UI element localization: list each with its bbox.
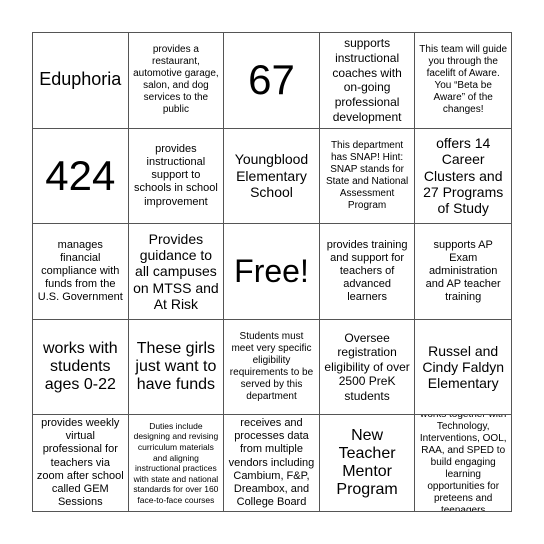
cell-text: offers 14 Career Clusters and 27 Program… [423, 134, 504, 217]
cell-text: provides a restaurant, automotive garage… [133, 44, 219, 116]
bingo-cell[interactable]: supports AP Exam administration and AP t… [415, 224, 511, 320]
bingo-cell[interactable]: New Teacher Mentor Program [320, 415, 416, 511]
bingo-cell[interactable]: manages financial compliance with funds … [33, 224, 129, 320]
bingo-cell[interactable]: receives and processes data from multipl… [224, 415, 320, 511]
cell-text: This team will guide you through the fac… [419, 44, 508, 116]
cell-text: provides training and support for teache… [326, 238, 408, 304]
bingo-cell[interactable]: provides weekly virtual professional for… [33, 415, 129, 511]
bingo-cell[interactable]: provides training and support for teache… [319, 224, 416, 320]
cell-text: Eduphoria [39, 69, 122, 90]
cell-text: 67 [248, 56, 295, 104]
cell-text: receives and processes data from multipl… [228, 417, 315, 509]
cell-text: Students must meet very specific eligibi… [229, 331, 314, 403]
cell-text: This department has SNAP! Hint: SNAP sta… [325, 139, 409, 211]
bingo-cell[interactable]: Russel and Cindy Faldyn Elementary [415, 320, 511, 416]
bingo-cell[interactable]: Eduphoria [33, 33, 129, 129]
cell-text: New Teacher Mentor Program [336, 427, 398, 499]
bingo-cell[interactable]: offers 14 Career Clusters and 27 Program… [415, 129, 511, 225]
bingo-cell[interactable]: 424 [33, 128, 129, 225]
cell-text: Oversee registration eligibility of over… [324, 330, 410, 404]
cell-text: provides instructional support to school… [134, 142, 218, 208]
free-space-text: Free! [234, 253, 309, 290]
cell-text: Duties include designing and revising cu… [133, 420, 219, 506]
bingo-cell[interactable]: 67 [224, 33, 320, 129]
bingo-cell[interactable]: Provides guidance to all campuses on MTS… [128, 224, 225, 320]
cell-text: Provides guidance to all campuses on MTS… [133, 230, 219, 313]
bingo-cell[interactable]: Youngblood Elementary School [224, 128, 320, 225]
cell-text: These girls just want to have funds [135, 340, 217, 394]
cell-text: works together with Technology, Interven… [419, 415, 507, 511]
free-space-cell[interactable]: Free! [224, 224, 320, 320]
bingo-cell[interactable]: This department has SNAP! Hint: SNAP sta… [319, 128, 416, 225]
bingo-cell[interactable]: These girls just want to have funds [128, 319, 225, 416]
cell-text: Youngblood Elementary School [234, 151, 309, 201]
bingo-cell[interactable]: provides a restaurant, automotive garage… [128, 33, 225, 129]
bingo-cell[interactable]: Students must meet very specific eligibi… [224, 319, 320, 416]
bingo-cell[interactable]: Duties include designing and revising cu… [129, 415, 225, 511]
bingo-cell[interactable]: provides instructional support to school… [128, 128, 225, 225]
cell-text: Russel and Cindy Faldyn Elementary [422, 342, 505, 392]
cell-text: supports AP Exam administration and AP t… [425, 238, 501, 304]
bingo-cell[interactable]: works together with Technology, Interven… [415, 415, 511, 511]
cell-text: manages financial compliance with funds … [37, 238, 123, 304]
cell-text: provides weekly virtual professional for… [36, 417, 124, 509]
bingo-cell[interactable]: works with students ages 0-22 [33, 319, 129, 416]
cell-text: works with students ages 0-22 [42, 340, 118, 394]
bingo-cell[interactable]: This team will guide you through the fac… [415, 33, 511, 129]
cell-text: 424 [45, 151, 116, 199]
cell-text: supports instructional coaches with on-g… [332, 36, 402, 124]
bingo-cell[interactable]: supports instructional coaches with on-g… [319, 33, 416, 129]
bingo-board: Eduphoria provides a restaurant, automot… [32, 32, 512, 512]
bingo-cell[interactable]: Oversee registration eligibility of over… [319, 319, 416, 416]
